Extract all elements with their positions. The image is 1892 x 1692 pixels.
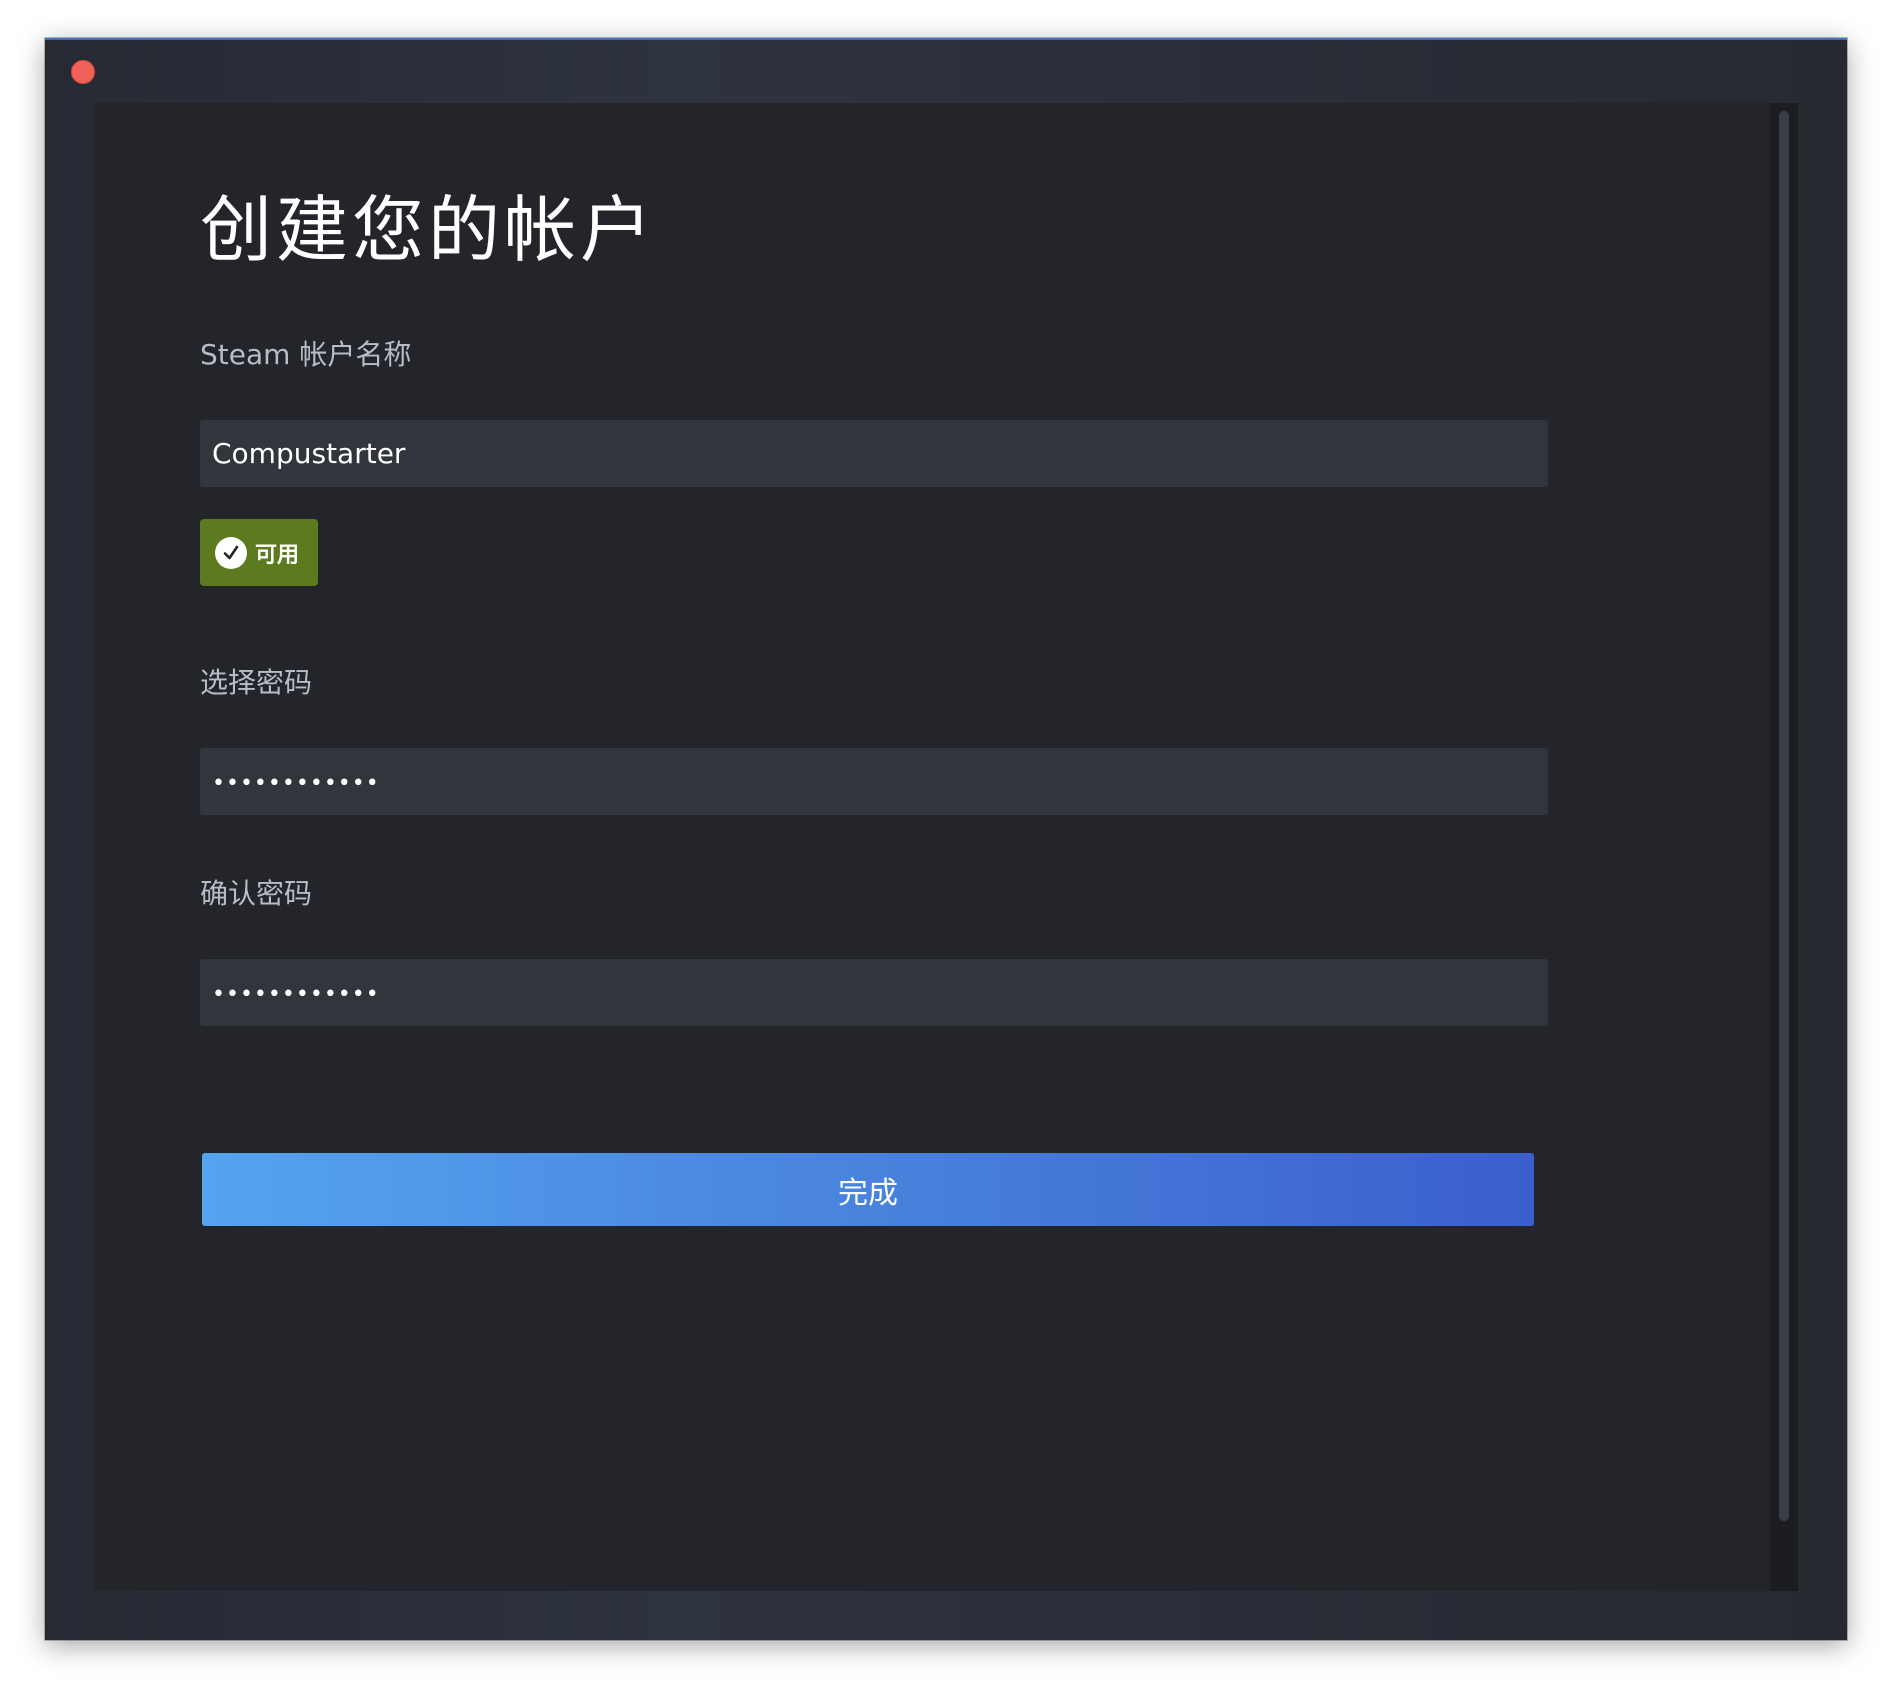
- password-input[interactable]: ••••••••••••: [200, 748, 1548, 815]
- content-panel: 创建您的帐户 Steam 帐户名称 Compustarter 可用 选择密码 •…: [94, 103, 1770, 1591]
- password-value: ••••••••••••: [212, 771, 380, 796]
- submit-button[interactable]: 完成: [202, 1153, 1534, 1226]
- check-circle-icon: [215, 536, 247, 569]
- dialog-window: 创建您的帐户 Steam 帐户名称 Compustarter 可用 选择密码 •…: [45, 38, 1847, 1640]
- account-name-label: Steam 帐户名称: [200, 338, 412, 371]
- confirm-password-value: ••••••••••••: [212, 982, 380, 1007]
- confirm-password-input[interactable]: ••••••••••••: [200, 959, 1548, 1026]
- confirm-password-label: 确认密码: [200, 877, 313, 910]
- window-close-button[interactable]: [71, 60, 95, 84]
- scrollbar-thumb[interactable]: [1779, 111, 1789, 1521]
- account-name-input[interactable]: Compustarter: [200, 420, 1548, 487]
- page-title: 创建您的帐户: [200, 188, 657, 272]
- availability-badge: 可用: [200, 519, 318, 586]
- account-name-value: Compustarter: [212, 437, 406, 470]
- availability-label: 可用: [255, 542, 300, 568]
- password-label: 选择密码: [200, 666, 313, 699]
- scrollbar-track[interactable]: [1770, 103, 1798, 1591]
